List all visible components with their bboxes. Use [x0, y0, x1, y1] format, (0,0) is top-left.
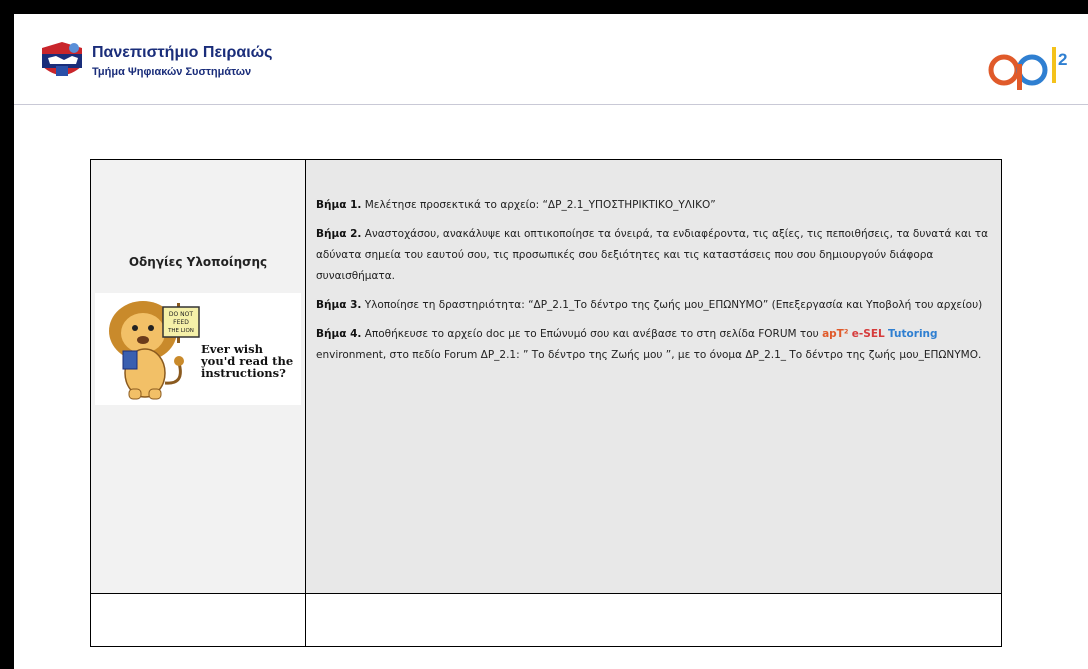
brand-apt2: apT² [822, 328, 849, 340]
instructions-table: Οδηγίες Υλοποίησης DO NOT FEED THE LION … [90, 159, 1002, 647]
instructions-steps-cell: Βήμα 1. Μελέτησε προσεκτικά το αρχείο: “… [305, 159, 1002, 594]
svg-text:FEED: FEED [173, 319, 189, 326]
brand-tutoring: Tutoring [888, 328, 938, 340]
step-4-text-after: environment, στο πεδίο Forum ΔΡ_2.1: ” Τ… [316, 349, 982, 361]
step-2-text: Αναστοχάσου, ανακάλυψε και οπτικοποίησε … [316, 228, 989, 282]
step-2-label: Βήμα 2. [316, 228, 362, 240]
university-name: Πανεπιστήμιο Πειραιώς [92, 44, 273, 61]
empty-cell-right [305, 593, 1002, 647]
university-crest-icon [36, 36, 88, 86]
lion-caption: Ever wish you'd read the instructions? [201, 342, 294, 380]
step-3: Βήμα 3. Υλοποίησε τη δραστηριότητα: “ΔΡ_… [316, 295, 993, 316]
empty-cell-left [90, 593, 306, 647]
brand-esel: e-SEL [851, 328, 885, 340]
apt2-logo-icon: 2 [988, 47, 1067, 90]
svg-text:THE LION: THE LION [167, 328, 194, 334]
lion-cartoon-image: DO NOT FEED THE LION Ever wish you'd rea… [95, 293, 301, 405]
step-1-label: Βήμα 1. [316, 199, 362, 211]
step-4: Βήμα 4. Αποθήκευσε το αρχείο doc με το Ε… [316, 324, 993, 366]
svg-text:DO NOT: DO NOT [169, 311, 193, 318]
apt2-superscript: 2 [1058, 50, 1067, 69]
step-3-label: Βήμα 3. [316, 299, 362, 311]
step-1-text: Μελέτησε προσεκτικά το αρχείο: “ΔΡ_2.1_Υ… [361, 199, 716, 211]
department-name: Τμήμα Ψηφιακών Συστημάτων [92, 66, 252, 78]
step-3-text: Υλοποίησε τη δραστηριότητα: “ΔΡ_2.1_Το δ… [361, 299, 983, 311]
step-1: Βήμα 1. Μελέτησε προσεκτικά το αρχείο: “… [316, 195, 993, 216]
instructions-title: Οδηγίες Υλοποίησης [128, 255, 268, 269]
document-page: Πανεπιστήμιο Πειραιώς Τμήμα Ψηφιακών Συσ… [14, 14, 1088, 669]
step-4-text-before: Αποθήκευσε το αρχείο doc με το Επώνυμό σ… [361, 328, 823, 340]
instructions-label-cell: Οδηγίες Υλοποίησης DO NOT FEED THE LION … [90, 159, 306, 594]
step-4-label: Βήμα 4. [316, 328, 362, 340]
step-2: Βήμα 2. Αναστοχάσου, ανακάλυψε και οπτικ… [316, 224, 993, 287]
page-header: Πανεπιστήμιο Πειραιώς Τμήμα Ψηφιακών Συσ… [14, 14, 1088, 105]
